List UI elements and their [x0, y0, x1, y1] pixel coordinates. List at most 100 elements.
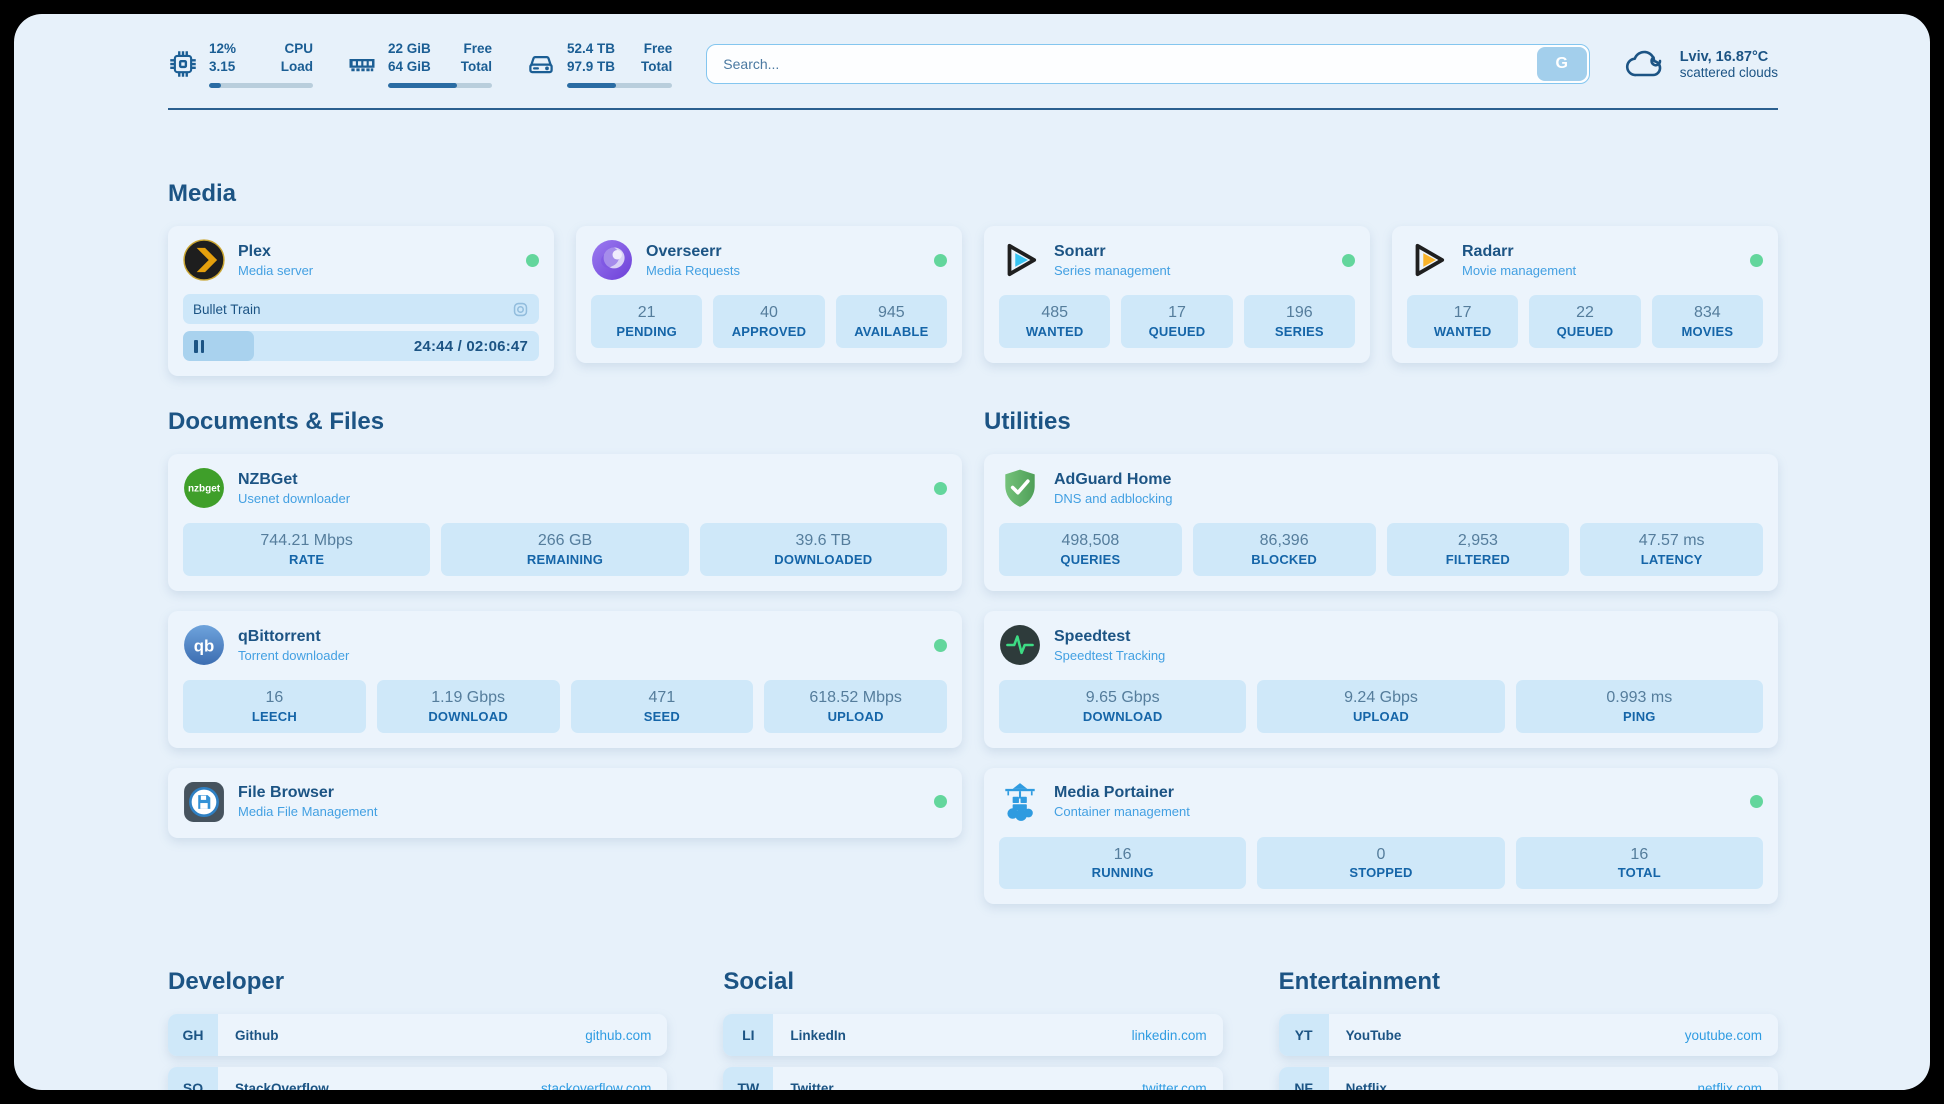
stat-value: 196	[1248, 302, 1351, 324]
view-icon[interactable]	[512, 301, 529, 318]
app-card-speedtest[interactable]: SpeedtestSpeedtest Tracking9.65 GbpsDOWN…	[984, 611, 1778, 748]
link-abbr-badge: NF	[1279, 1067, 1329, 1090]
filebrowser-icon	[183, 781, 225, 823]
playback-progress-fill	[183, 331, 254, 361]
stat-value: 471	[575, 687, 750, 709]
link-linkedin[interactable]: LILinkedInlinkedin.com	[723, 1014, 1222, 1056]
link-stackoverflow[interactable]: SO StackOverflow stackoverflow.com	[168, 1067, 667, 1090]
stat-upload: 618.52 MbpsUPLOAD	[764, 680, 947, 733]
stat-queued: 17QUEUED	[1121, 295, 1232, 348]
stat-boxes: 9.65 GbpsDOWNLOAD9.24 GbpsUPLOAD0.993 ms…	[999, 680, 1763, 733]
app-card-radarr[interactable]: RadarrMovie management17WANTED22QUEUED83…	[1392, 226, 1778, 363]
cpu-label-1: CPU	[281, 40, 313, 58]
disk-stat: 52.4 TB 97.9 TB Free Total	[526, 40, 672, 88]
stat-approved: 40APPROVED	[713, 295, 824, 348]
stat-boxes: 17WANTED22QUEUED834MOVIES	[1407, 295, 1763, 348]
search-input[interactable]	[706, 44, 1589, 84]
app-title: Radarr	[1462, 243, 1576, 261]
stat-value: 2,953	[1391, 530, 1566, 552]
search-bar: G	[706, 44, 1589, 84]
stat-boxes: 498,508QUERIES86,396BLOCKED2,953FILTERED…	[999, 523, 1763, 576]
stat-value: 16	[1520, 844, 1759, 866]
documents-card-stack: nzbgetNZBGetUsenet downloader744.21 Mbps…	[168, 454, 962, 837]
link-name: StackOverflow	[235, 1081, 329, 1090]
stat-value: 16	[187, 687, 362, 709]
disk-total-value: 97.9 TB	[567, 58, 615, 76]
app-card-adguard-home[interactable]: AdGuard HomeDNS and adblocking498,508QUE…	[984, 454, 1778, 591]
link-group-social: Social LILinkedInlinkedin.com TWTwittertwi…	[723, 968, 1222, 1090]
stat-queued: 22QUEUED	[1529, 295, 1640, 348]
disk-icon	[526, 49, 556, 79]
cpu-progress-bar	[209, 83, 313, 88]
link-youtube[interactable]: YTYouTubeyoutube.com	[1279, 1014, 1778, 1056]
playback-progress-bar: 24:44 / 02:06:47	[183, 331, 539, 361]
link-netflix[interactable]: NFNetflixnetflix.com	[1279, 1067, 1778, 1090]
media-card-grid: PlexMedia serverBullet Train24:44 / 02:0…	[168, 226, 1778, 376]
stat-value: 21	[595, 302, 698, 324]
stat-rate: 744.21 MbpsRATE	[183, 523, 430, 576]
stat-value: 834	[1656, 302, 1759, 324]
stat-label: STOPPED	[1261, 865, 1500, 880]
app-card-sonarr[interactable]: SonarrSeries management485WANTED17QUEUED…	[984, 226, 1370, 363]
section-title-media: Media	[168, 180, 1778, 208]
stat-label: TOTAL	[1520, 865, 1759, 880]
stat-queries: 498,508QUERIES	[999, 523, 1182, 576]
radarr-icon	[1407, 239, 1449, 281]
link-abbr-badge: SO	[168, 1067, 218, 1090]
app-card-nzbget[interactable]: nzbgetNZBGetUsenet downloader744.21 Mbps…	[168, 454, 962, 591]
search-engine-button[interactable]: G	[1537, 47, 1587, 81]
stat-label: PING	[1520, 709, 1759, 724]
disk-progress-bar	[567, 83, 672, 88]
link-url: youtube.com	[1685, 1028, 1762, 1043]
section-title-utilities: Utilities	[984, 408, 1778, 436]
link-url: stackoverflow.com	[541, 1081, 651, 1090]
stat-boxes: 21PENDING40APPROVED945AVAILABLE	[591, 295, 947, 348]
stat-label: REMAINING	[445, 552, 684, 567]
dashboard-panel: 12% 3.15 CPU Load	[14, 14, 1930, 1090]
stat-label: SERIES	[1248, 324, 1351, 339]
app-card-plex[interactable]: PlexMedia serverBullet Train24:44 / 02:0…	[168, 226, 554, 376]
app-subtitle: Media File Management	[238, 804, 377, 819]
stat-wanted: 17WANTED	[1407, 295, 1518, 348]
stat-value: 1.19 Gbps	[381, 687, 556, 709]
section-title-social: Social	[723, 968, 1222, 996]
stat-label: AVAILABLE	[840, 324, 943, 339]
link-twitter[interactable]: TWTwittertwitter.com	[723, 1067, 1222, 1090]
stat-label: RUNNING	[1003, 865, 1242, 880]
stat-label: LEECH	[187, 709, 362, 724]
stat-value: 47.57 ms	[1584, 530, 1759, 552]
stat-series: 196SERIES	[1244, 295, 1355, 348]
app-card-file-browser[interactable]: File BrowserMedia File Management	[168, 768, 962, 838]
stat-total: 16TOTAL	[1516, 837, 1763, 890]
stat-label: DOWNLOAD	[381, 709, 556, 724]
link-url: linkedin.com	[1132, 1028, 1207, 1043]
link-github[interactable]: GHGithubgithub.com	[168, 1014, 667, 1056]
app-title: Speedtest	[1054, 628, 1165, 646]
link-groups: DeveloperGHGithubgithub.comSOStackOverfl…	[168, 968, 1778, 1090]
ram-free-value: 22 GiB	[388, 40, 431, 58]
stat-value: 86,396	[1197, 530, 1372, 552]
qbittorrent-icon: qb	[183, 624, 225, 666]
weather-location-temp: Lviv, 16.87°C	[1680, 49, 1778, 65]
stat-value: 17	[1411, 302, 1514, 324]
cpu-label-2: Load	[281, 58, 313, 76]
app-card-qbittorrent[interactable]: qbqBittorrentTorrent downloader16LEECH1.…	[168, 611, 962, 748]
app-subtitle: Torrent downloader	[238, 648, 349, 663]
stat-latency: 47.57 msLATENCY	[1580, 523, 1763, 576]
ram-progress-bar	[388, 83, 492, 88]
now-playing-title: Bullet Train	[193, 302, 261, 317]
app-title: Overseerr	[646, 243, 740, 261]
app-subtitle: Series management	[1054, 263, 1170, 278]
stat-label: WANTED	[1411, 324, 1514, 339]
link-abbr-badge: TW	[723, 1067, 773, 1090]
stat-label: LATENCY	[1584, 552, 1759, 567]
status-dot	[934, 482, 947, 495]
stat-wanted: 485WANTED	[999, 295, 1110, 348]
playback-time: 24:44 / 02:06:47	[414, 331, 528, 361]
adguard-icon	[999, 467, 1041, 509]
app-card-overseerr[interactable]: OverseerrMedia Requests21PENDING40APPROV…	[576, 226, 962, 363]
stat-value: 22	[1533, 302, 1636, 324]
app-card-media-portainer[interactable]: Media PortainerContainer management16RUN…	[984, 768, 1778, 905]
app-title: Media Portainer	[1054, 784, 1190, 802]
stat-label: SEED	[575, 709, 750, 724]
